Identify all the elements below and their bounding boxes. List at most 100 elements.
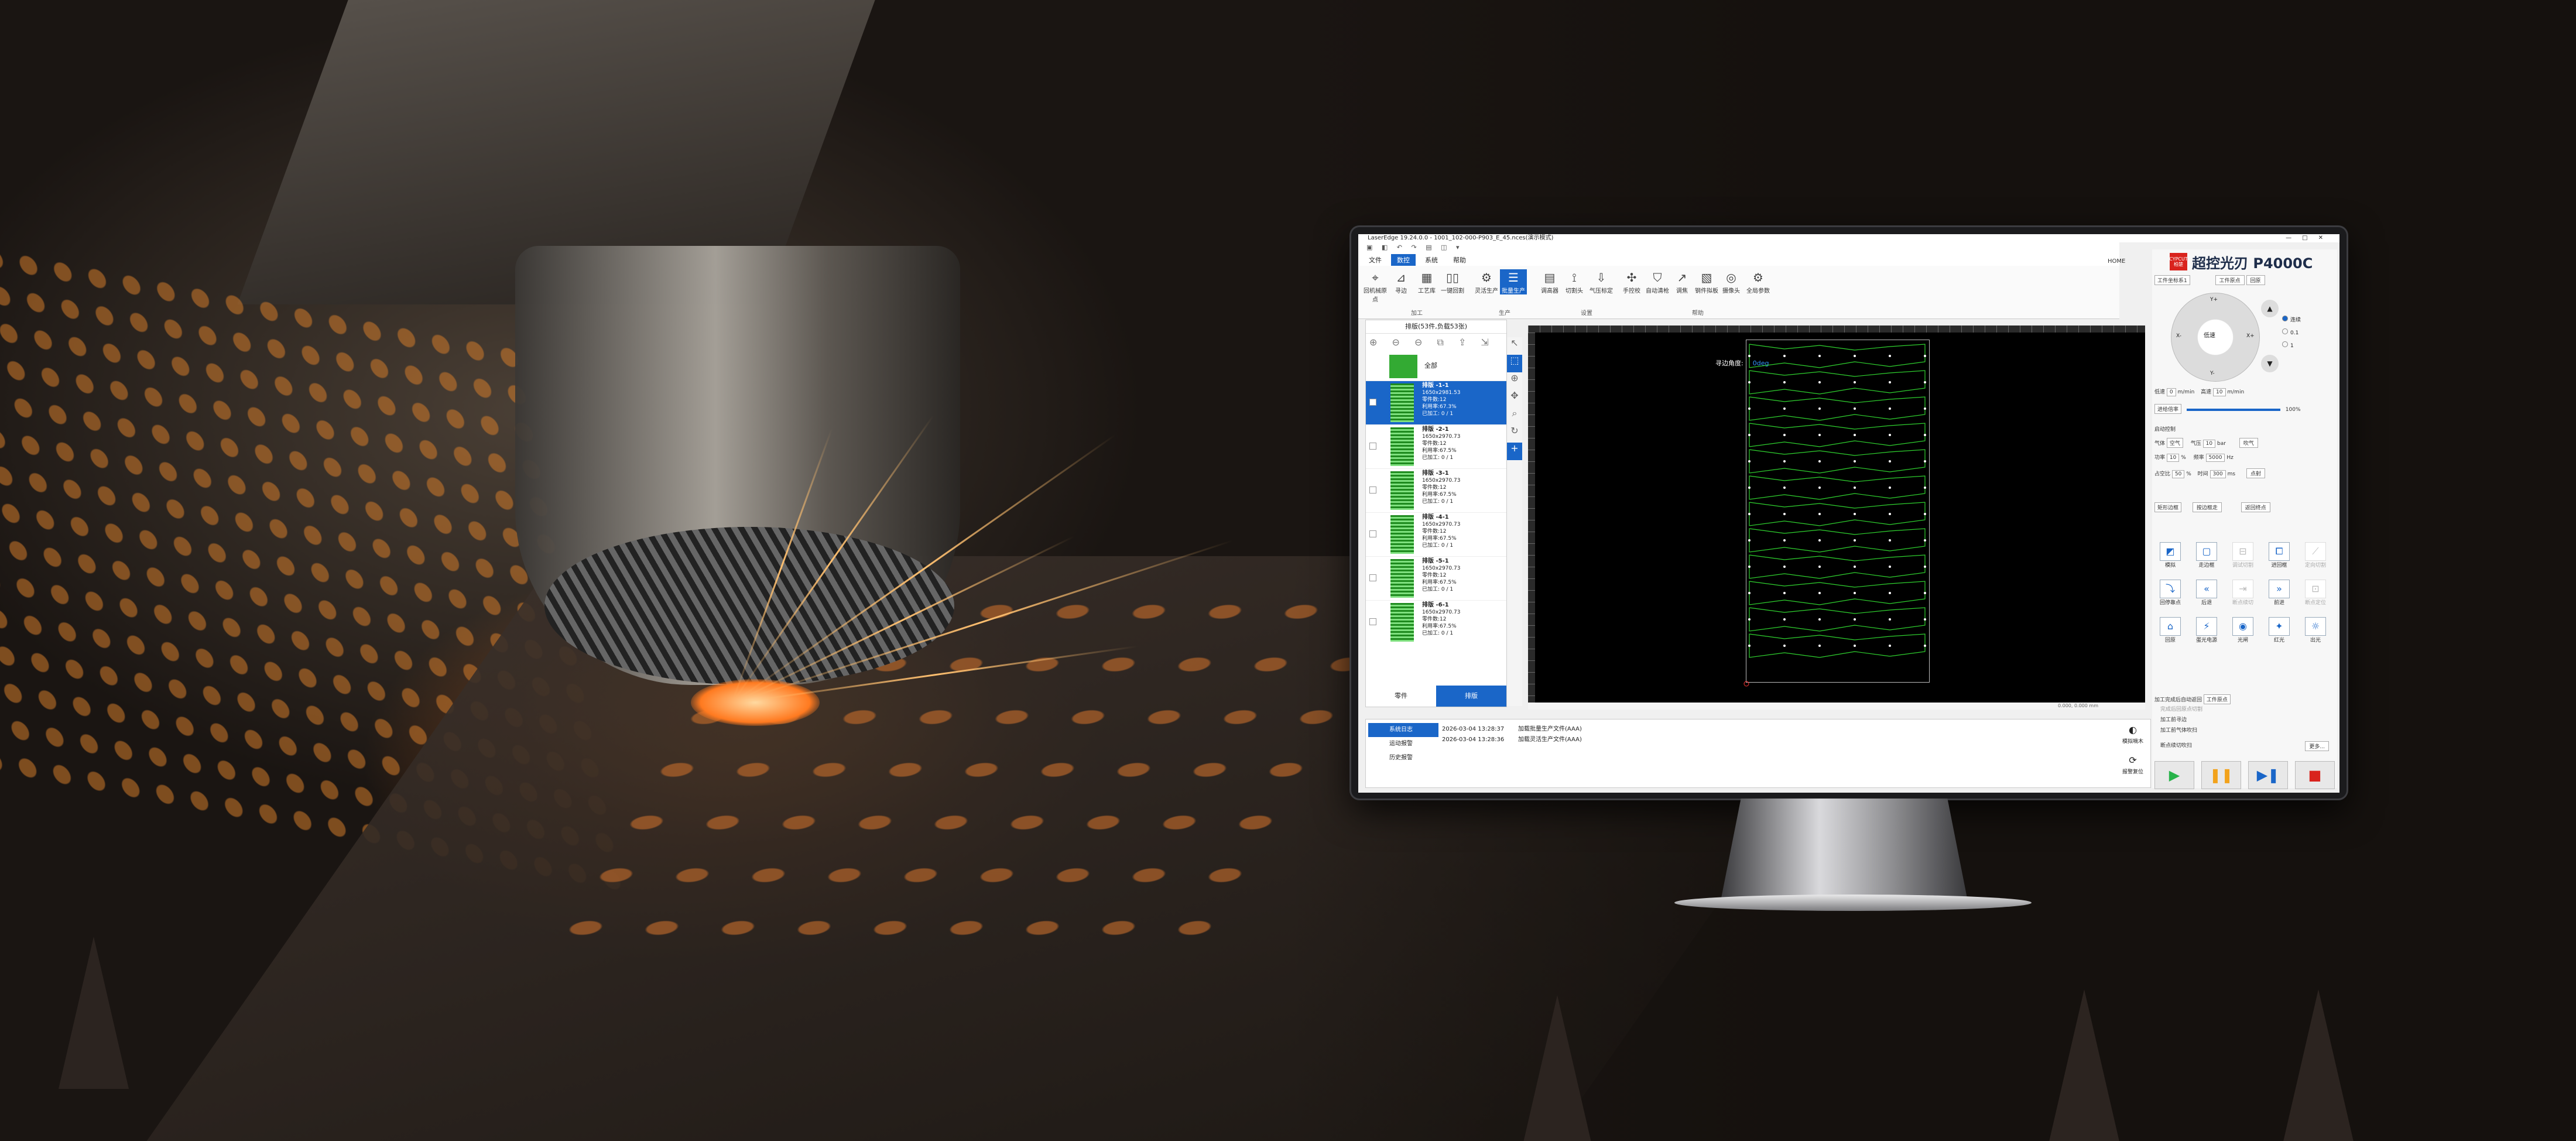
jog-pad[interactable]: 低速 Y+ Y- X- X+ xyxy=(2171,293,2260,382)
feed-rate-select[interactable]: 进给倍率 xyxy=(2154,404,2182,414)
drawing-canvas[interactable]: 寻边角度: 0deg xyxy=(1528,333,2145,703)
option-breakpoint-purge[interactable]: 断点续切吹扫 xyxy=(2160,743,2192,749)
grid-button[interactable]: ⤵ 回停靠点 xyxy=(2156,580,2185,609)
grid-button[interactable]: ▢ 走边框 xyxy=(2192,542,2221,571)
more-button[interactable]: 更多... xyxy=(2305,741,2329,751)
tab-nesting[interactable]: 排版 xyxy=(1436,686,1506,707)
plate-checkbox[interactable] xyxy=(1369,399,1376,406)
auto-clean-button[interactable]: ⛉ 自动清枪 xyxy=(1644,269,1671,294)
jog-x-plus[interactable]: X+ xyxy=(2246,333,2255,339)
after-finish-select[interactable]: 工件原点 xyxy=(2203,694,2231,704)
start-button[interactable]: ▶ xyxy=(2154,761,2194,789)
frame-select[interactable]: 矩形边框 xyxy=(2154,502,2182,512)
grid-button[interactable]: ⚡ 蛋光电源 xyxy=(2192,617,2221,646)
plate-all-row[interactable]: 全部 xyxy=(1366,351,1506,381)
laser-control-checkbox[interactable]: 启动控制 xyxy=(2154,427,2176,433)
simulate-button[interactable]: ◐ 模拟嘀木 xyxy=(2119,723,2147,753)
plate-row[interactable]: 排版 -4-1 1650x2970.73 零件数:12 利用率:67.5% 已加工: 0… xyxy=(1366,512,1506,556)
plate-row[interactable]: 排版 -2-1 1650x2970.73 零件数:12 利用率:67.5% 已加工: 0… xyxy=(1366,424,1506,468)
time-input[interactable]: 300 xyxy=(2210,470,2226,478)
cursor-icon[interactable]: ↖ xyxy=(1507,337,1522,355)
gas-calibration-button[interactable]: ⇩ 气压标定 xyxy=(1588,269,1615,294)
z-up-button[interactable]: ▲ xyxy=(2261,300,2279,317)
power-input[interactable]: 10 xyxy=(2166,454,2180,462)
jog-y-plus[interactable]: Y+ xyxy=(2210,297,2218,303)
zoom-icon[interactable]: ⊕ xyxy=(1507,372,1522,390)
plate-row[interactable]: 排版 -3-1 1650x2970.73 零件数:12 利用率:67.5% 已加工: 0… xyxy=(1366,468,1506,512)
pause-button[interactable]: ❚❚ xyxy=(2201,761,2241,789)
select-icon[interactable]: ⬚ xyxy=(1507,355,1522,372)
edge-find-button[interactable]: ⊿ 寻边 xyxy=(1388,269,1414,294)
tab-alarm-history[interactable]: 历史报警 xyxy=(1368,751,1438,765)
step-button[interactable]: ▶❚ xyxy=(2248,761,2288,789)
low-speed-input[interactable]: 0 xyxy=(2166,388,2176,396)
option-return-cut[interactable]: 完成后回原点切割 xyxy=(2160,707,2202,712)
plate-checkbox[interactable] xyxy=(1369,443,1376,450)
flexible-production-button[interactable]: ⚙ 灵活生产 xyxy=(1473,269,1500,294)
grid-button[interactable]: ⇥ 断点续切 xyxy=(2228,580,2258,609)
walk-frame-button[interactable]: 按边框走 xyxy=(2192,502,2222,512)
tab-system-log[interactable]: 系统日志 xyxy=(1368,723,1438,737)
camera-button[interactable]: ◎ 摄像头 xyxy=(1718,269,1745,294)
grid-button[interactable]: « 后退 xyxy=(2192,580,2221,609)
frequency-input[interactable]: 5000 xyxy=(2205,454,2225,462)
gas-select[interactable]: 空气 xyxy=(2166,438,2183,448)
option-edge-find[interactable]: 加工前寻边 xyxy=(2160,717,2187,723)
manual-calibrate-button[interactable]: ✣ 手控校 xyxy=(1618,269,1645,294)
menu-system[interactable]: 系统 xyxy=(1419,254,1444,266)
option-gas-purge[interactable]: 加工前气体吹扫 xyxy=(2160,728,2197,734)
measure-icon[interactable]: ⌕ xyxy=(1507,407,1522,425)
stop-button[interactable]: ■ xyxy=(2295,761,2335,789)
tab-motion-alarm[interactable]: 运动报警 xyxy=(1368,737,1438,751)
grid-button[interactable]: ⌂ 回原 xyxy=(2156,617,2185,646)
z-down-button[interactable]: ▼ xyxy=(2261,355,2279,372)
nesting-toolbar[interactable]: ⊕ ⊖ ⊖ ⧉ ⇪ ⇲ xyxy=(1366,334,1506,351)
grid-button[interactable]: ⟋ 定向切割 xyxy=(2301,542,2330,571)
step-mode-radios[interactable]: 连续 0.1 1 xyxy=(2282,314,2301,352)
grid-button[interactable]: ☼ 出光 xyxy=(2301,617,2330,646)
grid-button[interactable]: ✦ 红光 xyxy=(2265,617,2294,646)
grid-button[interactable]: ◉ 光闸 xyxy=(2228,617,2258,646)
coordinate-system-select[interactable]: 工件坐标系1 xyxy=(2154,275,2190,285)
plate-checkbox[interactable] xyxy=(1369,618,1376,625)
quick-access-toolbar[interactable]: ▣ ◧ ↶ ↷ ▤ ◫ ▾ xyxy=(1366,244,1463,251)
one-key-return-button[interactable]: ▯▯ 一键回割 xyxy=(1439,269,1466,294)
tab-parts[interactable]: 零件 xyxy=(1366,686,1436,707)
add-icon[interactable]: + xyxy=(1507,443,1522,460)
grid-button[interactable]: ⧠ 进回框 xyxy=(2265,542,2294,571)
pan-icon[interactable]: ✥ xyxy=(1507,390,1522,407)
high-speed-input[interactable]: 10 xyxy=(2213,388,2226,396)
window-controls[interactable]: —□✕ xyxy=(2286,234,2334,242)
plate-row[interactable]: 排版 -6-1 1650x2970.73 零件数:12 利用率:67.5% 已加工: 0… xyxy=(1366,600,1506,644)
pulse-button[interactable]: 点射 xyxy=(2246,468,2265,478)
menu-cnc[interactable]: 数控 xyxy=(1391,254,1416,266)
menu-file[interactable]: 文件 xyxy=(1363,254,1388,266)
height-controller-button[interactable]: ▤ 调高器 xyxy=(1536,269,1563,294)
focus-button[interactable]: ↗ 调焦 xyxy=(1669,269,1695,294)
jog-y-minus[interactable]: Y- xyxy=(2210,371,2215,376)
batch-production-button[interactable]: ☰ 批量生产 xyxy=(1500,269,1527,294)
return-end-button[interactable]: 返回终点 xyxy=(2241,502,2270,512)
grid-button[interactable]: ⊡ 断点定位 xyxy=(2301,580,2330,609)
alarm-reset-button[interactable]: ⟳ 报警复位 xyxy=(2119,753,2147,784)
rotate-icon[interactable]: ↻ xyxy=(1507,425,1522,443)
plate-template-button[interactable]: ▧ 钢件拟板 xyxy=(1693,269,1720,294)
plate-checkbox[interactable] xyxy=(1369,530,1376,537)
grid-button[interactable]: ◩ 模拟 xyxy=(2156,542,2185,571)
grid-button[interactable]: » 前进 xyxy=(2265,580,2294,609)
return-origin-button[interactable]: 回原 xyxy=(2246,275,2265,285)
plate-checkbox[interactable] xyxy=(1369,486,1376,494)
grid-button[interactable]: ⊟ 调试切割 xyxy=(2228,542,2258,571)
jog-x-minus[interactable]: X- xyxy=(2176,333,2181,339)
workpiece-origin-button[interactable]: 工件原点 xyxy=(2215,275,2245,285)
plate-row[interactable]: 排版 -1-1 1650x2981.53 零件数:12 利用率:67.3% 已加工: 0… xyxy=(1366,381,1506,424)
blow-button[interactable]: 吹气 xyxy=(2239,438,2258,448)
cutting-head-button[interactable]: ⟟ 切割头 xyxy=(1561,269,1588,294)
global-params-button[interactable]: ⚙ 全局参数 xyxy=(1745,269,1772,294)
home-origin-button[interactable]: ⌖ 回机械原点 xyxy=(1362,269,1389,303)
process-library-button[interactable]: ▦ 工艺库 xyxy=(1413,269,1440,294)
menu-help[interactable]: 帮助 xyxy=(1447,254,1472,266)
duty-input[interactable]: 50 xyxy=(2171,470,2185,478)
pressure-input[interactable]: 10 xyxy=(2202,440,2216,448)
plate-checkbox[interactable] xyxy=(1369,574,1376,581)
